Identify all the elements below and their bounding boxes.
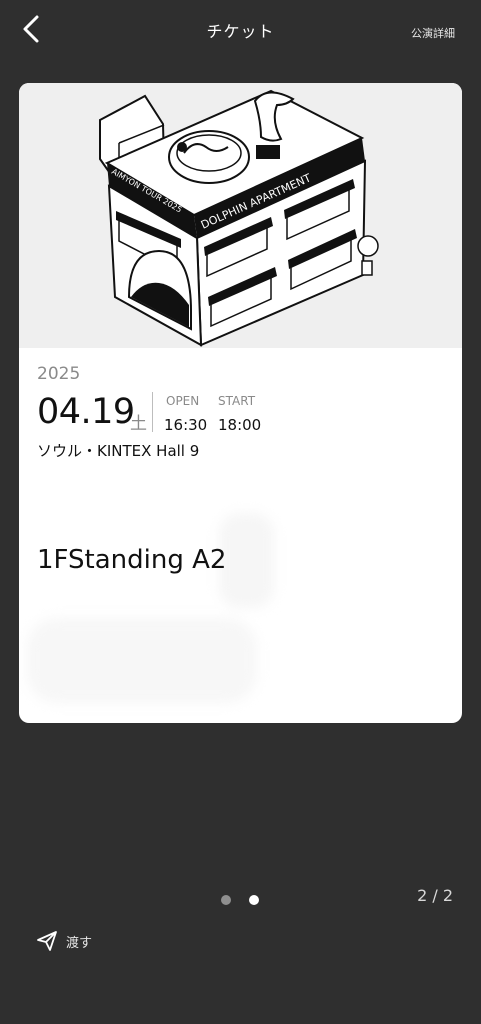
transfer-label: 渡す	[66, 936, 93, 951]
blurred-area	[27, 618, 257, 703]
venue: ソウル・KINTEX Hall 9	[37, 442, 200, 460]
ticket-artwork: DOLPHIN APARTMENT AIMYON TOUR 2025	[19, 83, 462, 348]
page-counter: 2 / 2	[417, 886, 453, 905]
seat-info: 1FStanding A2	[37, 545, 227, 575]
start-time: 18:00	[218, 416, 262, 434]
event-weekday: 土	[130, 414, 147, 434]
event-date: 04.19	[37, 392, 135, 432]
send-icon	[37, 931, 57, 951]
page-title: チケット	[206, 22, 275, 41]
date-divider	[152, 392, 153, 432]
start-label: START	[218, 394, 256, 408]
page-indicator	[0, 892, 481, 908]
event-year: 2025	[37, 364, 81, 384]
ticket-card: DOLPHIN APARTMENT AIMYON TOUR 2025 2025 …	[19, 83, 462, 723]
open-time: 16:30	[164, 416, 208, 434]
page-dot-2-active[interactable]	[249, 895, 259, 905]
blurred-area	[219, 513, 274, 608]
performance-details-link[interactable]: 公演詳細	[411, 25, 455, 41]
open-label: OPEN	[166, 394, 200, 408]
header: チケット 公演詳細	[0, 0, 481, 58]
page-dot-1[interactable]	[221, 895, 231, 905]
